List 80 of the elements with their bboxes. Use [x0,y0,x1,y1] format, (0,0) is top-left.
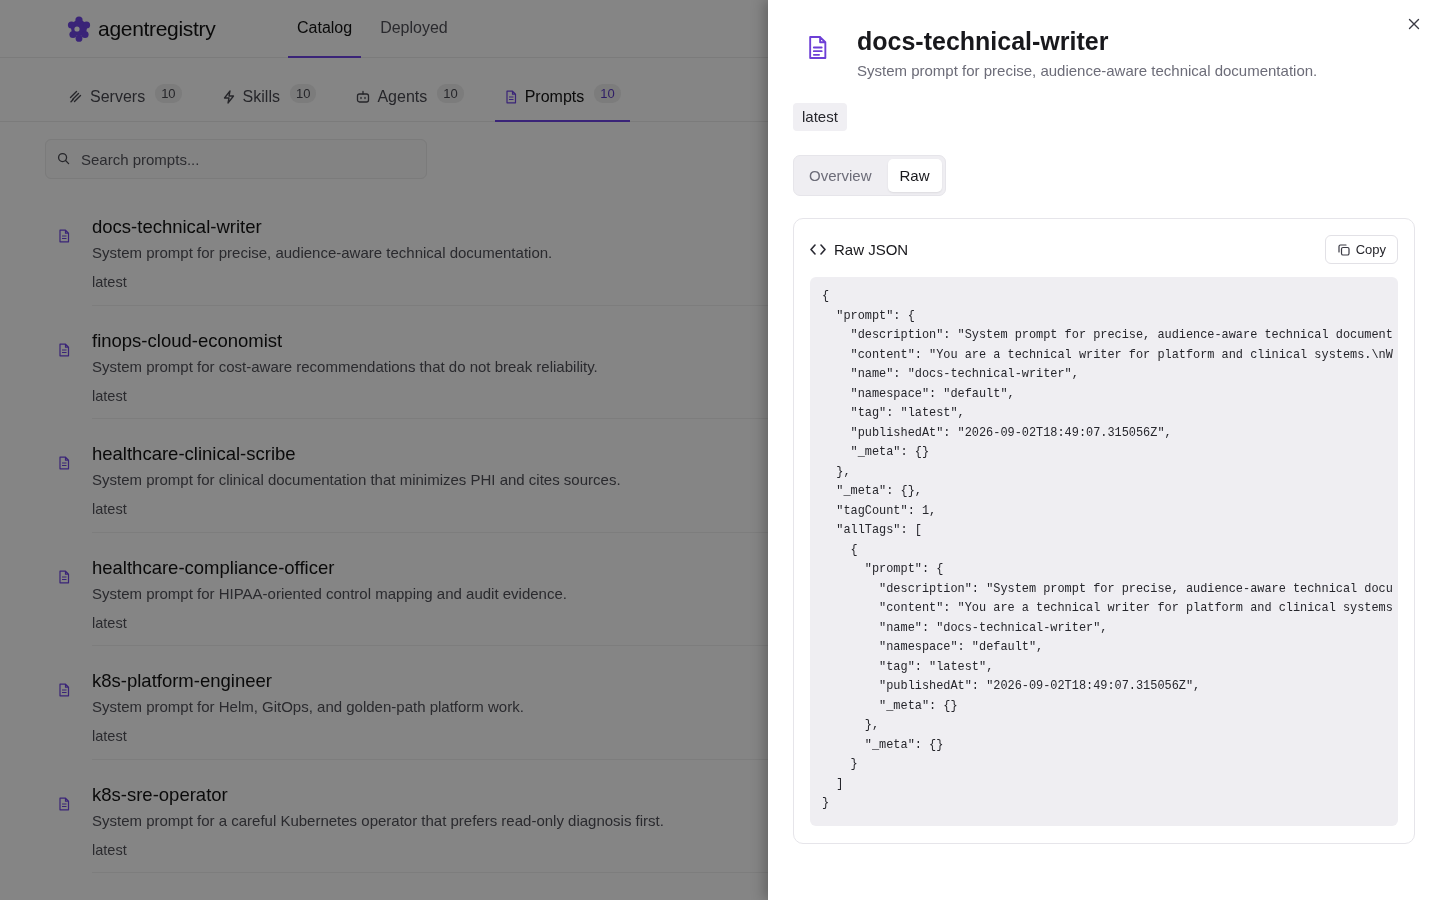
prompt-title[interactable]: k8s-platform-engineer [92,668,768,694]
code-line: "namespace": "default", [879,640,1044,654]
code-line: "description": "System prompt for precise, audience-aware technical docu [879,581,1393,596]
copy-button[interactable]: Copy [1324,235,1398,264]
code-line: "tag": "latest", [850,406,965,420]
code-line: "tag": "latest", [879,659,994,674]
code-line: } [822,796,830,810]
code-line: "_meta": {}, [836,484,922,498]
search-field[interactable]: Search prompts... [45,139,427,179]
nav-tab[interactable]: Catalog [288,0,362,58]
prompt-description: System prompt for cost-aware recommendations that do not break reliability. [92,356,599,377]
prompt-tag: latest [92,612,768,633]
logo-text: agentregistry [98,16,216,41]
document-icon [57,342,71,357]
count-badge: 10 [594,84,621,103]
code-line: "description": "System prompt for precise, audience-aware technical document [850,328,1393,342]
lightning-icon [221,89,236,104]
close-icon[interactable] [1408,18,1420,30]
document-icon [807,36,827,59]
category-tab[interactable]: Prompts 10 [494,73,630,122]
prompt-description: System prompt for HIPAA-oriented control mapping and audit evidence. [92,583,568,604]
prompt-title[interactable]: healthcare-compliance-officer [92,554,768,581]
tag-badge: latest [793,103,847,131]
category-tab[interactable]: Servers 10 [60,73,191,122]
code-line: "content": "You are a technical writer for platform and clinical systems [879,601,1393,615]
count-badge: 10 [437,84,464,103]
prompt-description: System prompt for clinical documentation that minimizes PHI and cites sources. [92,470,622,490]
count-badge: 10 [155,84,182,103]
code-line: "_meta": {} [879,698,958,713]
copy-icon [1337,243,1350,256]
document-icon [57,796,71,811]
code-line: "tagCount": 1, [836,503,937,518]
code-line: { [822,289,830,303]
prompt-tag: latest [92,272,768,292]
document-icon [57,229,71,243]
prompt-tag: latest [92,726,768,746]
code-line: "publishedAt": "2026-09-02T18:49:07.315056Z", [879,679,1201,693]
card-title: Raw JSON [834,241,909,258]
prompt-description: System prompt for a careful Kubernetes operator that prefers read-only diagnosis first. [92,810,665,831]
code-line: "_meta": {} [864,737,944,752]
search-icon [57,152,70,165]
code-line: "publishedAt": "2026-09-02T18:49:07.315056Z", [850,425,1172,440]
nav-tab[interactable]: Deployed [371,0,457,58]
code-line: "name": "docs-technical-writer", [879,620,1108,635]
code-line: "allTags": [ [836,523,922,537]
category-tab[interactable]: Skills 10 [212,73,326,122]
code-line: "name": "docs-technical-writer", [850,367,1079,381]
robot-icon [356,89,371,104]
drawer-description: System prompt for precise, audience-aware technical documentation. [857,61,1318,81]
document-icon [57,683,71,697]
prompt-title[interactable]: finops-cloud-economist [92,327,768,354]
code-line: }, [836,464,851,479]
code-line: "_meta": {} [850,445,930,459]
prompt-description: System prompt for precise, audience-aware technical documentation. [92,243,554,263]
drawer-title: docs-technical-writer [857,26,1110,56]
document-icon [57,456,71,470]
category-tab[interactable]: Agents 10 [347,73,473,122]
code-line: "prompt": { [864,562,944,576]
prompt-title[interactable]: docs-technical-writer [92,214,768,240]
code-icon [810,244,826,255]
prompt-tag: latest [92,385,768,406]
code-line: "content": "You are a technical writer for platform and clinical systems.\nW [850,347,1393,362]
code-line: "prompt": { [836,308,915,323]
code-line: ] [836,776,844,791]
logo-icon [66,15,92,42]
stack-icon [69,89,83,104]
document-icon [57,569,71,584]
code-line: } [850,757,858,771]
code-line: }, [864,718,880,732]
code-line: "namespace": "default", [850,386,1015,401]
document-icon [503,89,518,104]
view-tab[interactable]: Overview [797,159,884,192]
prompt-title[interactable]: healthcare-clinical-scribe [92,441,768,467]
prompt-tag: latest [92,839,768,860]
prompt-description: System prompt for Helm, GitOps, and golden-path platform work. [92,697,525,717]
code-line: { [850,542,858,557]
prompt-title[interactable]: k8s-sre-operator [92,781,768,808]
prompt-tag: latest [92,499,768,519]
count-badge: 10 [289,84,317,103]
view-tab[interactable]: Raw [887,159,942,192]
